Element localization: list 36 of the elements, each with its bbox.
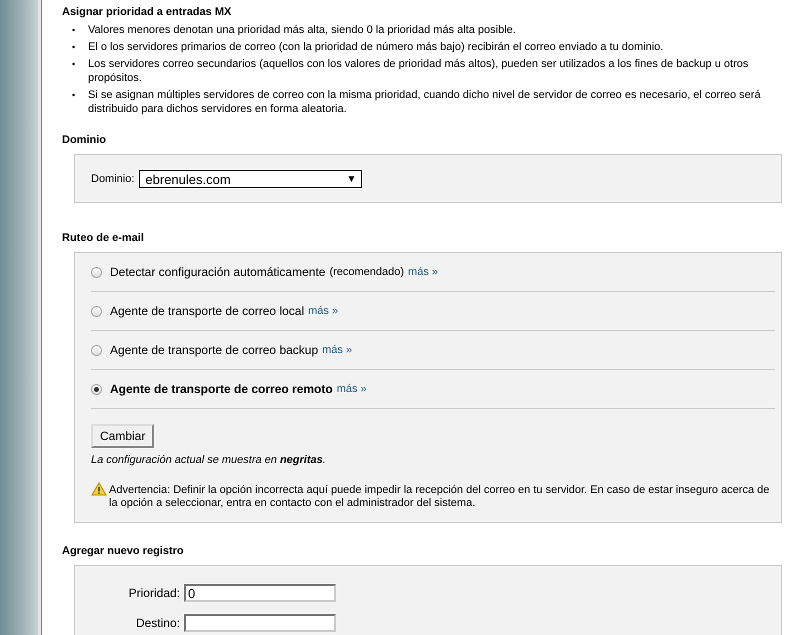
field-label: Destino:: [134, 616, 180, 630]
caret-icon: ▼: [346, 174, 356, 184]
bullet-icon: •: [72, 57, 88, 85]
more-link[interactable]: más »: [322, 344, 352, 356]
warning-icon: [91, 482, 107, 496]
option-label: Agente de transporte de correo backup: [110, 343, 318, 357]
bullet-icon: •: [72, 23, 88, 37]
field-label: Prioridad:: [128, 586, 180, 600]
bullet-icon: •: [72, 88, 88, 116]
input-field[interactable]: [184, 614, 336, 632]
section-heading: Agregar nuevo registro: [62, 545, 185, 557]
warning-text: Advertencia: Definir la opción incorrecta aquí puede impedir la recepción del correo en tu servidor. En caso de estar inseguro acerca de la opción a seleccionar, entra en contacto con el administrador del sistema.: [109, 484, 770, 510]
bullet-item: Si se asignan múltiples servidores de correo con la misma prioridad, cuando dicho nivel de servidor de correo es necesario, el correo será distribuido para dichos servidores en forma aleatoria.: [88, 88, 762, 116]
radio-button[interactable]: [91, 344, 102, 356]
radio-button[interactable]: [91, 306, 102, 316]
input-field[interactable]: 0: [184, 584, 336, 602]
bullet-item: Valores menores denotan una prioridad más alta, siendo 0 la prioridad más alta posible.: [88, 23, 516, 37]
option-label: Detectar configuración automáticamente: [110, 265, 326, 279]
section-heading: Dominio: [62, 134, 107, 146]
option-note: (recomendado): [329, 266, 404, 278]
radio-button[interactable]: [91, 384, 102, 394]
domain-dropdown[interactable]: ebrenules.com ▼: [139, 170, 362, 188]
more-link[interactable]: más »: [336, 383, 367, 395]
bullet-icon: •: [72, 40, 88, 54]
more-link[interactable]: más »: [408, 266, 438, 278]
change-button[interactable]: Cambiar: [91, 424, 154, 448]
bullet-item: Los servidores correo secundarios (aquellos con los valores de prioridad más altos), pueden ser utilizados a los fines de backup u otros propósitos.: [88, 57, 750, 85]
section-heading: Asignar prioridad a entradas MX: [62, 6, 232, 18]
option-label: Agente de transporte de correo local: [110, 304, 304, 318]
more-link[interactable]: más »: [308, 305, 338, 317]
bullet-item: El o los servidores primarios de correo (con la prioridad de número más bajo) recibirán el correo enviado a tu dominio.: [88, 40, 664, 54]
field-label: Dominio:: [91, 173, 134, 185]
option-label: Agente de transporte de correo remoto: [110, 382, 333, 396]
hint-text: La configuración actual se muestra en negritas.: [91, 454, 327, 466]
section-heading: Ruteo de e-mail: [62, 232, 145, 244]
radio-button[interactable]: [91, 266, 102, 278]
